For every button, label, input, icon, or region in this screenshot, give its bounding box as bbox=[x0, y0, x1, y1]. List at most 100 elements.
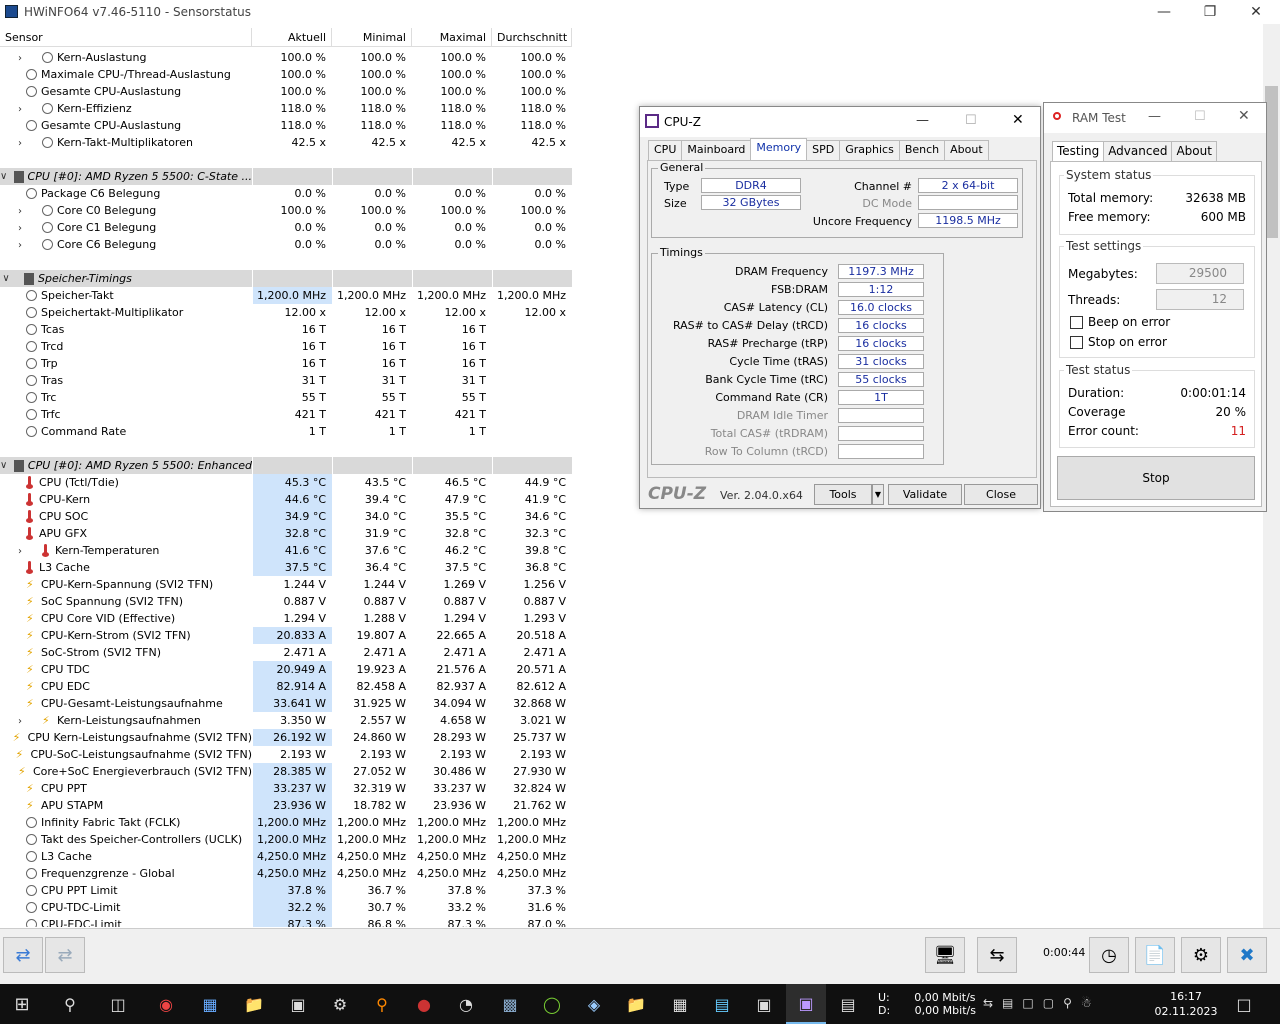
stop-button[interactable]: Stop bbox=[1057, 456, 1255, 500]
sensor-row[interactable]: › Core C6 Belegung 0.0 % 0.0 % 0.0 % 0.0 % bbox=[0, 236, 572, 253]
sensor-row[interactable]: › Kern-Temperaturen 41.6 °C 37.6 °C 46.2 °C 3… bbox=[0, 542, 572, 559]
expand-icon[interactable]: › bbox=[14, 203, 26, 220]
validate-button[interactable]: Validate bbox=[888, 484, 962, 505]
cpuz-maximize-button[interactable]: ☐ bbox=[965, 113, 977, 128]
tab-cpu[interactable]: CPU bbox=[648, 140, 683, 160]
audio-icon[interactable]: ◔ bbox=[446, 984, 486, 1024]
taskbar-clock[interactable]: 16:17 02.11.2023 bbox=[1150, 989, 1222, 1019]
col-maximum[interactable]: Maximal bbox=[412, 28, 492, 47]
remote-desktop-icon[interactable]: ▦ bbox=[190, 984, 230, 1024]
tools-button[interactable]: Tools bbox=[814, 484, 872, 505]
expand-icon[interactable]: › bbox=[14, 713, 26, 730]
sensor-row[interactable]: CPU-Kern 44.6 °C 39.4 °C 47.9 °C 41.9 °C bbox=[0, 491, 572, 508]
stop-on-error-checkbox[interactable] bbox=[1070, 336, 1083, 349]
sensor-row[interactable]: ⚡ APU STAPM 23.936 W 18.782 W 23.936 W 21.762… bbox=[0, 797, 572, 814]
sensor-row[interactable]: CPU SOC 34.9 °C 34.0 °C 35.5 °C 34.6 °C bbox=[0, 508, 572, 525]
ramtest-minimize-button[interactable]: — bbox=[1148, 109, 1161, 124]
benchmark-icon[interactable]: ▩ bbox=[490, 984, 530, 1024]
megabytes-stepper[interactable]: 29500 bbox=[1156, 263, 1244, 284]
sensor-row[interactable]: › Kern-Takt-Multiplikatoren 42.5 x 42.5 x 42… bbox=[0, 134, 572, 151]
tools-dropdown-icon[interactable]: ▼ bbox=[872, 484, 884, 505]
col-sensor[interactable]: Sensor bbox=[0, 28, 252, 47]
nav-arrows-disabled-icon[interactable]: ⇄ bbox=[45, 937, 85, 973]
file-explorer-icon[interactable]: 📁 bbox=[234, 984, 274, 1024]
tab-mainboard[interactable]: Mainboard bbox=[681, 140, 752, 160]
col-current[interactable]: Aktuell bbox=[252, 28, 332, 47]
sensor-row[interactable]: › Core C0 Belegung 100.0 % 100.0 % 100.0 % 10… bbox=[0, 202, 572, 219]
settings-icon[interactable]: ⚙ bbox=[320, 984, 360, 1024]
sensor-row[interactable]: APU GFX 32.8 °C 31.9 °C 32.8 °C 32.3 °C bbox=[0, 525, 572, 542]
col-average[interactable]: Durchschnitt bbox=[492, 28, 572, 47]
sensor-row[interactable]: Gesamte CPU-Auslastung 100.0 % 100.0 % 100.… bbox=[0, 83, 572, 100]
expand-icon[interactable]: › bbox=[14, 220, 26, 237]
cpuz-taskbar-icon[interactable]: ▣ bbox=[786, 984, 826, 1024]
sensor-row[interactable]: Maximale CPU-/Thread-Auslastung 100.0 % 10… bbox=[0, 66, 572, 83]
sensor-row[interactable]: Speicher-Takt 1,200.0 MHz 1,200.0 MHz 1,200… bbox=[0, 287, 572, 304]
expand-icon[interactable]: › bbox=[14, 543, 26, 560]
sensor-row[interactable]: › Kern-Auslastung 100.0 % 100.0 % 100.0 % 100… bbox=[0, 49, 572, 66]
sensor-row[interactable]: CPU-TDC-Limit 32.2 % 30.7 % 33.2 % 31.6 % bbox=[0, 899, 572, 916]
tab-advanced[interactable]: Advanced bbox=[1103, 141, 1173, 161]
sensor-row[interactable]: Trfc 421 T 421 T 421 T bbox=[0, 406, 572, 423]
sensor-row[interactable]: ⚡ CPU Kern-Leistungsaufnahme (SVI2 TFN) 26… bbox=[0, 729, 572, 746]
expand-icon[interactable]: › bbox=[14, 50, 26, 67]
expand-icon[interactable]: › bbox=[14, 237, 26, 254]
sensor-row[interactable]: L3 Cache 4,250.0 MHz 4,250.0 MHz 4,250.0 MH… bbox=[0, 848, 572, 865]
sensor-row[interactable]: › ⚡ Kern-Leistungsaufnahmen 3.350 W 2.557 W4… bbox=[0, 712, 572, 729]
sensor-row[interactable]: ⚡ CPU-Gesamt-Leistungsaufnahme 33.641 W 31.… bbox=[0, 695, 572, 712]
sensor-row[interactable]: ⚡ CPU-Kern-Strom (SVI2 TFN) 20.833 A 19.807… bbox=[0, 627, 572, 644]
close-button[interactable]: ✕ bbox=[1233, 0, 1279, 24]
tab-memory[interactable]: Memory bbox=[750, 138, 808, 160]
network-icon[interactable]: ⇆ bbox=[977, 937, 1017, 973]
hwinfo-taskbar-icon[interactable]: ▣ bbox=[744, 984, 784, 1024]
collapse-icon[interactable]: ∨ bbox=[0, 168, 7, 185]
sensor-row[interactable]: Package C6 Belegung 0.0 % 0.0 % 0.0 % 0.0 % bbox=[0, 185, 572, 202]
chrome-icon[interactable]: ◉ bbox=[146, 984, 186, 1024]
nav-arrows-icon[interactable]: ⇄ bbox=[3, 937, 43, 973]
sensor-row[interactable]: › Core C1 Belegung 0.0 % 0.0 % 0.0 % 0.0 % bbox=[0, 219, 572, 236]
sensor-row[interactable]: ⚡ SoC-Strom (SVI2 TFN) 2.471 A 2.471 A 2.471… bbox=[0, 644, 572, 661]
sensor-row[interactable]: ⚡ SoC Spannung (SVI2 TFN) 0.887 V 0.887 V 0.… bbox=[0, 593, 572, 610]
sensor-row[interactable]: Speichertakt-Multiplikator 12.00 x 12.00 x… bbox=[0, 304, 572, 321]
clock-icon[interactable]: ◷ bbox=[1089, 937, 1129, 973]
sensor-row[interactable]: L3 Cache 37.5 °C 36.4 °C 37.5 °C 36.8 °C bbox=[0, 559, 572, 576]
close-cpuz-button[interactable]: Close bbox=[964, 484, 1038, 505]
search-icon[interactable]: ⚲ bbox=[50, 984, 90, 1024]
tab-bench[interactable]: Bench bbox=[898, 140, 946, 160]
tab-about[interactable]: About bbox=[1171, 141, 1217, 161]
col-minimum[interactable]: Minimal bbox=[332, 28, 412, 47]
add-report-icon[interactable]: 📄 bbox=[1135, 937, 1175, 973]
minimize-button[interactable]: — bbox=[1141, 0, 1187, 24]
sensor-row[interactable]: ⚡ Core+SoC Energieverbrauch (SVI2 TFN) 28.… bbox=[0, 763, 572, 780]
sensor-group-row[interactable]: ∨ CPU [#0]: AMD Ryzen 5 5500: C-State ... bbox=[0, 168, 572, 185]
sensor-row[interactable]: Tcas 16 T 16 T 16 T bbox=[0, 321, 572, 338]
sensor-row[interactable]: CPU-EDC-Limit 87.3 % 86.8 % 87.3 % 87.0 % bbox=[0, 916, 572, 927]
tab-graphics[interactable]: Graphics bbox=[839, 140, 900, 160]
notifications-icon[interactable]: □ bbox=[1224, 984, 1264, 1024]
sensor-row[interactable]: CPU PPT Limit 37.8 % 36.7 % 37.8 % 37.3 % bbox=[0, 882, 572, 899]
tab-testing[interactable]: Testing bbox=[1052, 141, 1105, 161]
threads-stepper[interactable]: 12 bbox=[1156, 289, 1244, 310]
collapse-icon[interactable]: ∨ bbox=[0, 457, 7, 474]
maximize-button[interactable]: ❐ bbox=[1187, 0, 1233, 24]
close-x-icon[interactable]: ✖ bbox=[1227, 937, 1267, 973]
sensor-row[interactable]: Trcd 16 T 16 T 16 T bbox=[0, 338, 572, 355]
cpu-id-icon[interactable]: ▣ bbox=[278, 984, 318, 1024]
sensor-row[interactable]: ⚡ CPU-Kern-Spannung (SVI2 TFN) 1.244 V 1.24… bbox=[0, 576, 572, 593]
expand-icon[interactable]: › bbox=[14, 101, 26, 118]
sensor-row[interactable]: ⚡ CPU-SoC-Leistungsaufnahme (SVI2 TFN) 2.1… bbox=[0, 746, 572, 763]
magnifier-app-icon[interactable]: ⚲ bbox=[362, 984, 402, 1024]
sensor-row[interactable]: Command Rate 1 T1 T1 T bbox=[0, 423, 572, 440]
binary-app-icon[interactable]: ▦ bbox=[660, 984, 700, 1024]
sensor-row[interactable]: ⚡ CPU TDC 20.949 A 19.923 A 21.576 A 20.571 A bbox=[0, 661, 572, 678]
cube-icon[interactable]: ◈ bbox=[574, 984, 614, 1024]
sensor-row[interactable]: Infinity Fabric Takt (FCLK) 1,200.0 MHz 1,… bbox=[0, 814, 572, 831]
cpuz-close-button[interactable]: ✕ bbox=[1012, 112, 1024, 128]
sensor-row[interactable]: Trp 16 T 16 T 16 T bbox=[0, 355, 572, 372]
tab-spd[interactable]: SPD bbox=[806, 140, 841, 160]
start-icon[interactable]: ⊞ bbox=[2, 984, 42, 1024]
ramtest-taskbar-icon[interactable]: ▤ bbox=[828, 984, 868, 1024]
expand-icon[interactable]: › bbox=[14, 135, 26, 152]
ramtest-close-button[interactable]: ✕ bbox=[1238, 108, 1250, 124]
cpuz-minimize-button[interactable]: — bbox=[916, 113, 929, 128]
